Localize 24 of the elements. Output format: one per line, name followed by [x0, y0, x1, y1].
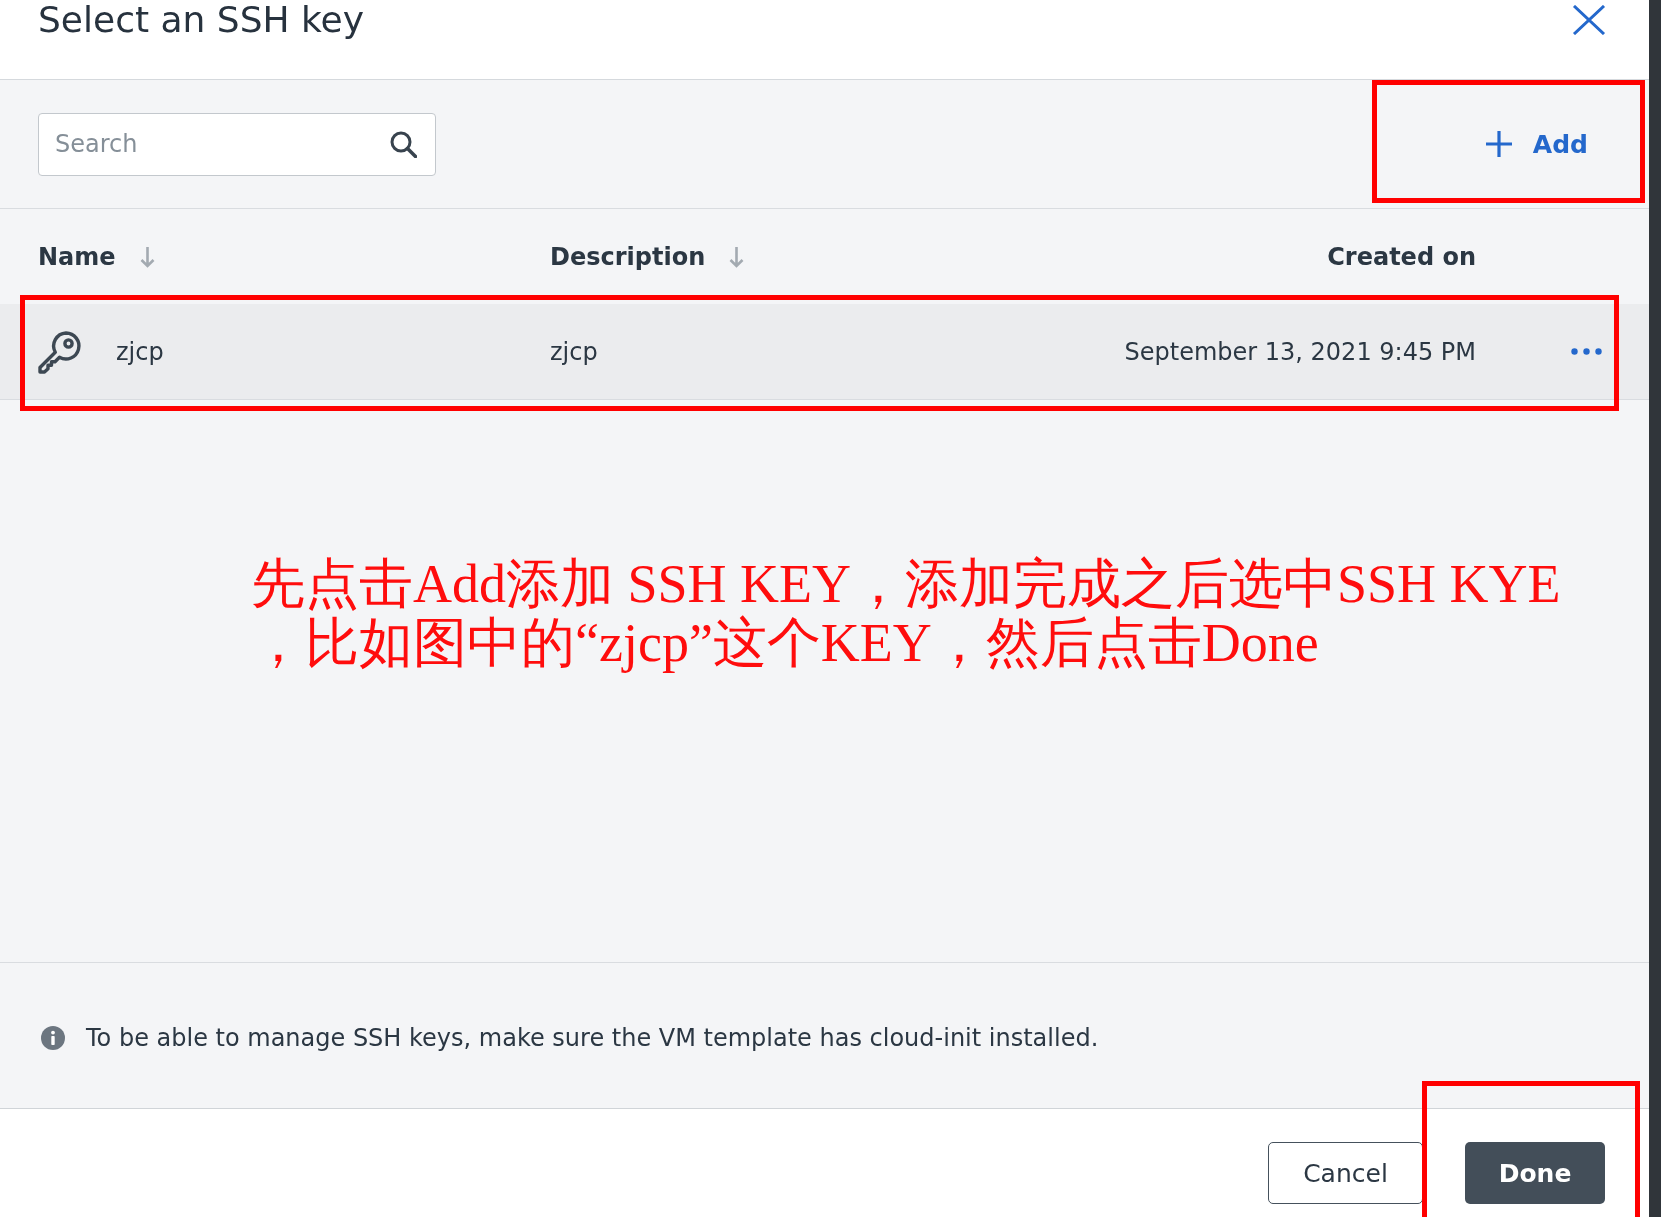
close-icon [1572, 5, 1606, 35]
down-arrow-icon [729, 245, 745, 268]
down-arrow-icon [139, 245, 155, 268]
cancel-button[interactable]: Cancel [1268, 1142, 1423, 1204]
close-button[interactable] [1572, 5, 1606, 35]
table-cell: zjcp [116, 337, 164, 366]
plus-icon [1484, 130, 1513, 158]
table-cell: zjcp [550, 337, 598, 366]
search-field[interactable]: Search [38, 112, 436, 176]
add-button[interactable]: Add [1484, 129, 1588, 159]
table-cell: September 13, 2021 9:45 PM [1124, 337, 1476, 366]
done-button[interactable]: Done [1465, 1142, 1605, 1204]
key-icon [38, 329, 82, 374]
column-header[interactable]: Created on [1327, 242, 1476, 271]
more-actions-button[interactable] [1571, 348, 1602, 355]
info-text: To be able to manage SSH keys, make sure the VM template has cloud-init installed. [86, 1023, 1099, 1052]
dialog-title: Select an SSH key [38, 0, 365, 40]
table-row[interactable]: zjcp zjcp September 13, 2021 9:45 PM [0, 304, 1649, 400]
search-icon [390, 130, 417, 158]
info-icon [41, 1025, 65, 1050]
column-header[interactable]: Name [38, 242, 155, 271]
column-header[interactable]: Description [550, 242, 745, 271]
ellipsis-icon [1571, 348, 1602, 355]
annotation-text: 先点击Add添加 SSH KEY，添加完成之后选中SSH KYE ，比如图中的“zjcp”这个KEY，然后点击Done [251, 555, 1561, 673]
